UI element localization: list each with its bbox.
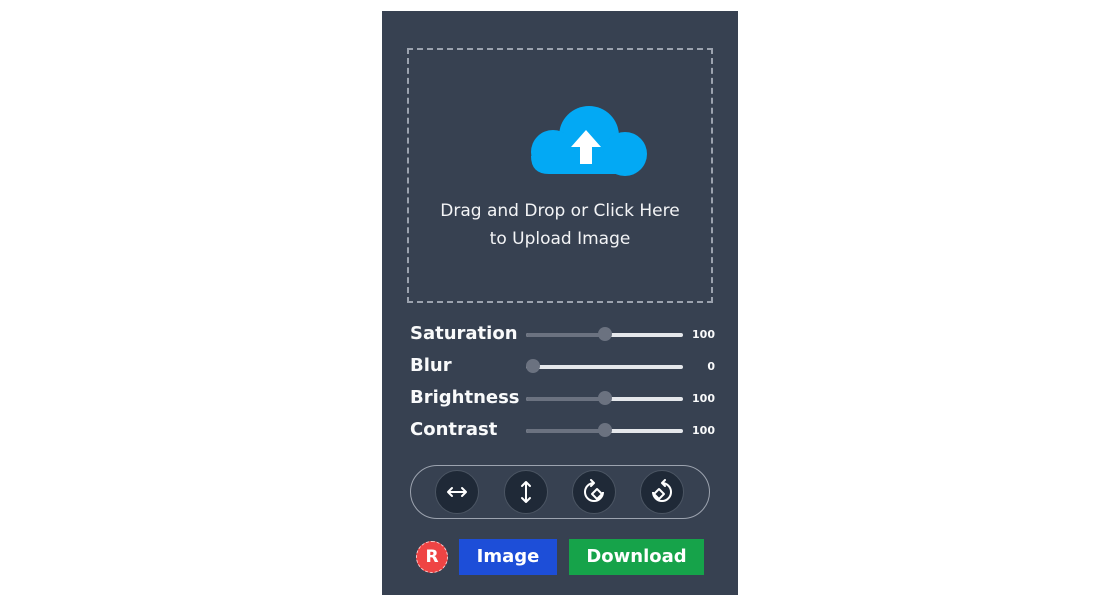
- blur-slider[interactable]: [526, 359, 683, 373]
- image-button[interactable]: Image: [459, 539, 557, 575]
- filter-row-brightness: Brightness 100: [410, 385, 715, 417]
- filter-row-blur: Blur 0: [410, 353, 715, 385]
- filter-value: 0: [707, 360, 715, 373]
- flip-vertical-button[interactable]: [504, 470, 548, 514]
- flip-vertical-icon: [521, 481, 531, 503]
- filter-value: 100: [692, 328, 715, 341]
- slider-thumb[interactable]: [526, 359, 540, 373]
- filter-controls: Saturation 100 Blur 0 Brightness 100 Con…: [410, 321, 715, 449]
- filter-value: 100: [692, 424, 715, 437]
- upload-text-line2: to Upload Image: [489, 229, 631, 249]
- contrast-slider[interactable]: [526, 423, 683, 437]
- transform-controls: [410, 465, 710, 519]
- slider-fill: [526, 429, 605, 433]
- reset-button[interactable]: R: [416, 541, 448, 573]
- upload-instructions: Drag and Drop or Click Here to Upload Im…: [409, 197, 711, 253]
- slider-fill: [526, 333, 605, 337]
- brightness-slider[interactable]: [526, 391, 683, 405]
- slider-thumb[interactable]: [597, 327, 612, 341]
- upload-text-line1: Drag and Drop or Click Here: [440, 201, 680, 221]
- filter-value: 100: [692, 392, 715, 405]
- upload-dropzone[interactable]: Drag and Drop or Click Here to Upload Im…: [407, 48, 713, 303]
- editor-panel: Drag and Drop or Click Here to Upload Im…: [382, 11, 738, 595]
- filter-label: Contrast: [410, 419, 498, 440]
- filter-row-contrast: Contrast 100: [410, 417, 715, 449]
- download-button[interactable]: Download: [569, 539, 704, 575]
- rotate-left-icon: [652, 479, 672, 502]
- filter-label: Brightness: [410, 387, 520, 408]
- rotate-right-icon: [584, 479, 604, 502]
- flip-horizontal-icon: [447, 487, 467, 497]
- flip-horizontal-button[interactable]: [435, 470, 479, 514]
- saturation-slider[interactable]: [526, 327, 683, 341]
- filter-row-saturation: Saturation 100: [410, 321, 715, 353]
- rotate-left-button[interactable]: [640, 470, 684, 514]
- slider-fill: [526, 397, 605, 401]
- filter-label: Blur: [410, 355, 452, 376]
- slider-thumb[interactable]: [597, 423, 612, 437]
- rotate-right-button[interactable]: [572, 470, 616, 514]
- filter-label: Saturation: [410, 323, 518, 344]
- cloud-upload-icon: [531, 106, 647, 176]
- slider-thumb[interactable]: [597, 391, 612, 405]
